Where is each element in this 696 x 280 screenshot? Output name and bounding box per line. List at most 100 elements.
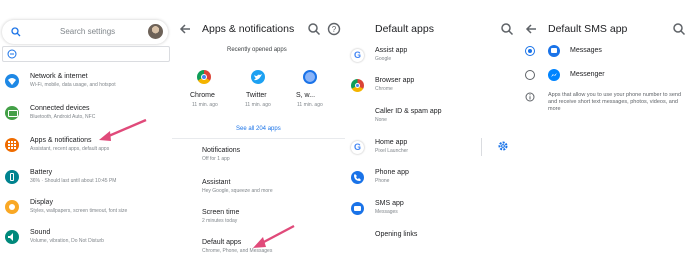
default-app-opening-links[interactable]: Opening links	[345, 228, 520, 248]
menu-item-assistant[interactable]: Assistant Hey Google, squeeze and more	[172, 176, 345, 200]
google-icon: G	[351, 141, 364, 154]
default-app-subtitle: Google	[375, 56, 392, 62]
info-icon	[525, 92, 535, 102]
messages-icon	[351, 202, 364, 215]
settings-item-title: Sound	[30, 229, 51, 236]
sms-option-label: Messenger	[570, 71, 605, 78]
search-bar[interactable]: Search settings	[2, 20, 168, 44]
menu-item-subtitle: 2 minutes today	[202, 218, 238, 224]
svg-text:?: ?	[332, 25, 337, 34]
search-icon	[11, 27, 21, 37]
recent-apps-label: Recently opened apps	[227, 47, 287, 53]
app-icon	[303, 70, 317, 84]
divider	[172, 138, 345, 139]
settings-item-title: Battery	[30, 169, 53, 176]
google-icon: G	[351, 49, 364, 62]
default-app-title: Browser app	[375, 77, 415, 84]
sms-info-text: Apps that allow you to use your phone nu…	[548, 92, 682, 112]
messages-icon	[548, 45, 560, 57]
settings-item-title: Apps & notifications	[30, 137, 92, 144]
search-icon[interactable]	[672, 22, 686, 36]
sms-option-messages[interactable]: Messages	[520, 42, 696, 62]
radio-unselected[interactable]	[525, 70, 535, 80]
default-app-title: Home app	[375, 139, 408, 146]
recent-app-name: Chrome	[190, 92, 215, 99]
default-app-subtitle: Messages	[375, 209, 398, 215]
search-icon[interactable]	[307, 22, 321, 36]
default-sms-panel: Default SMS app Messages Messenger Apps …	[520, 0, 696, 280]
recent-app-chrome[interactable]: Chrome 11 min. ago	[187, 68, 223, 112]
menu-item-screen-time[interactable]: Screen time 2 minutes today	[172, 206, 345, 230]
search-icon[interactable]	[500, 22, 514, 36]
recent-app-third[interactable]: S, w... 11 min. ago	[290, 68, 330, 112]
settings-item-title: Network & internet	[30, 73, 88, 80]
menu-item-subtitle: Chrome, Phone, and Messages	[202, 248, 273, 254]
gear-icon[interactable]	[497, 140, 509, 152]
settings-item-subtitle: Wi-Fi, mobile, data usage, and hotspot	[30, 82, 116, 88]
settings-item-network[interactable]: Network & internet Wi-Fi, mobile, data u…	[0, 68, 172, 94]
default-app-home[interactable]: G Home app Pixel Launcher	[345, 136, 520, 160]
settings-item-display[interactable]: Display Styles, wallpapers, screen timeo…	[0, 194, 172, 220]
brightness-icon	[5, 200, 19, 214]
menu-item-subtitle: Off for 1 app	[202, 156, 230, 162]
default-app-title: Caller ID & spam app	[375, 108, 442, 115]
phone-icon	[351, 171, 364, 184]
sms-option-label: Messages	[570, 47, 602, 54]
back-arrow-icon[interactable]	[178, 22, 192, 36]
back-arrow-icon[interactable]	[524, 22, 538, 36]
recent-app-name: Twitter	[246, 92, 267, 99]
vertical-divider	[481, 138, 482, 156]
twitter-icon	[251, 70, 265, 84]
settings-panel: Search settings Network & internet Wi-Fi…	[0, 0, 172, 280]
recent-app-name: S, w...	[296, 92, 316, 99]
chrome-icon	[197, 70, 211, 84]
settings-item-sound[interactable]: Sound Volume, vibration, Do Not Disturb	[0, 224, 172, 250]
recent-app-time: 11 min. ago	[192, 102, 218, 108]
settings-item-subtitle: Volume, vibration, Do Not Disturb	[30, 238, 104, 244]
default-app-sms[interactable]: SMS app Messages	[345, 197, 520, 221]
settings-item-subtitle: Assistant, recent apps, default apps	[30, 146, 110, 152]
devices-icon	[5, 106, 19, 120]
messenger-icon	[548, 69, 560, 81]
collapse-icon	[7, 49, 17, 59]
see-all-apps-link[interactable]: See all 204 apps	[236, 126, 281, 132]
menu-item-default-apps[interactable]: Default apps Chrome, Phone, and Messages	[172, 236, 345, 260]
default-app-browser[interactable]: Browser app Chrome	[345, 74, 520, 98]
settings-item-title: Display	[30, 199, 53, 206]
help-icon[interactable]: ?	[327, 22, 341, 36]
apps-grid-icon	[5, 138, 19, 152]
settings-item-battery[interactable]: Battery 36% · Should last until about 10…	[0, 164, 172, 190]
menu-item-title: Notifications	[202, 147, 241, 154]
volume-icon	[5, 230, 19, 244]
default-app-subtitle: Phone	[375, 178, 390, 184]
menu-item-subtitle: Hey Google, squeeze and more	[202, 188, 273, 194]
settings-item-connected-devices[interactable]: Connected devices Bluetooth, Android Aut…	[0, 100, 172, 126]
default-app-subtitle: Chrome	[375, 86, 393, 92]
default-app-subtitle: Pixel Launcher	[375, 148, 409, 154]
recent-app-time: 11 min. ago	[297, 102, 323, 108]
settings-item-subtitle: 36% · Should last until about 10:45 PM	[30, 178, 117, 184]
page-title: Default apps	[375, 23, 434, 35]
radio-selected[interactable]	[525, 46, 535, 56]
menu-item-notifications[interactable]: Notifications Off for 1 app	[172, 144, 345, 168]
settings-item-subtitle: Styles, wallpapers, screen timeout, font…	[30, 208, 128, 214]
sms-option-messenger[interactable]: Messenger	[520, 66, 696, 86]
chrome-icon	[351, 79, 364, 92]
default-app-phone[interactable]: Phone app Phone	[345, 166, 520, 190]
search-placeholder: Search settings	[60, 27, 116, 36]
default-app-title: Opening links	[375, 231, 418, 238]
settings-item-apps-notifications[interactable]: Apps & notifications Assistant, recent a…	[0, 132, 172, 158]
default-app-assist[interactable]: G Assist app Google	[345, 44, 520, 68]
default-app-caller-id[interactable]: Caller ID & spam app None	[345, 105, 520, 129]
recent-app-time: 11 min. ago	[245, 102, 271, 108]
suggestion-chip[interactable]	[2, 46, 170, 62]
default-app-title: SMS app	[375, 200, 404, 207]
menu-item-title: Default apps	[202, 239, 242, 246]
avatar[interactable]	[148, 24, 163, 39]
settings-item-title: Connected devices	[30, 105, 90, 112]
menu-item-title: Screen time	[202, 209, 240, 216]
wifi-icon	[5, 74, 19, 88]
battery-icon	[5, 170, 19, 184]
recent-app-twitter[interactable]: Twitter 11 min. ago	[240, 68, 276, 112]
apps-notifications-panel: Apps & notifications ? Recently opened a…	[172, 0, 345, 280]
